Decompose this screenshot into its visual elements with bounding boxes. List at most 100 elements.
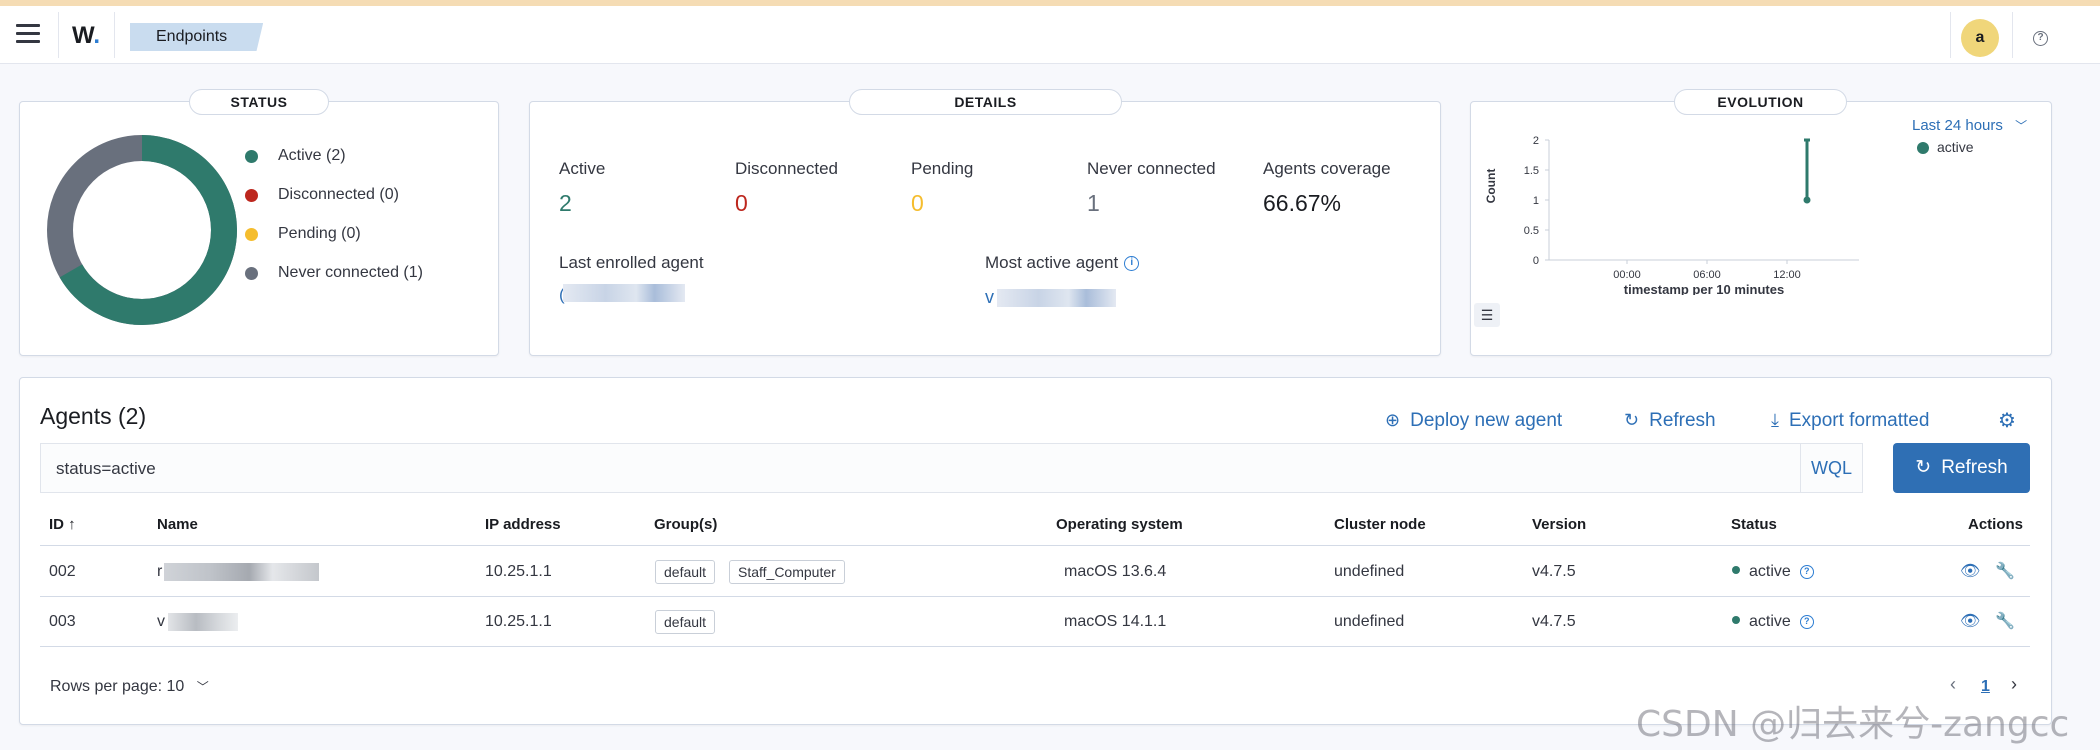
header-divider [2012, 12, 2013, 58]
evolution-panel-title: EVOLUTION [1674, 89, 1847, 115]
cell-cluster: undefined [1334, 613, 1405, 630]
last-enrolled-agent-redacted[interactable] [563, 284, 685, 302]
search-input[interactable]: status=active [56, 459, 156, 479]
pagination-prev-icon[interactable]: ‹ [1950, 674, 1956, 695]
status-panel: STATUS Active (2) Disconnected (0) Pendi… [19, 89, 499, 356]
legend-dot-active [245, 150, 258, 163]
watermark: CSDN @归去来兮-zangcc [1636, 704, 2070, 745]
stat-disconnected-value[interactable]: 0 [735, 190, 748, 217]
column-header-cluster[interactable]: Cluster node [1334, 516, 1426, 533]
data-point [1803, 196, 1811, 204]
header-divider [1950, 12, 1951, 58]
x-tick-label: 06:00 [1693, 269, 1721, 281]
refresh-link[interactable]: ↻ Refresh [1624, 410, 1716, 432]
help-icon[interactable]: ? [2033, 31, 2048, 46]
column-header-ip[interactable]: IP address [485, 516, 561, 533]
stat-coverage-value: 66.67% [1263, 190, 1342, 216]
y-tick-label: 1.5 [1524, 165, 1539, 177]
app-header: W. Endpoints a ? [0, 6, 2100, 64]
time-range-selector[interactable]: Last 24 hours ﹀ [1912, 117, 2027, 134]
row-divider [40, 646, 2030, 647]
stat-active-label: Active [559, 159, 606, 178]
wrench-icon[interactable]: 🔧 [1995, 611, 2015, 631]
help-icon[interactable]: ? [1799, 614, 1814, 629]
chevron-down-icon: ﹀ [196, 680, 209, 694]
cell-name[interactable]: v [157, 613, 165, 631]
help-icon[interactable]: ? [1799, 564, 1814, 579]
evolution-panel: EVOLUTION Last 24 hours ﹀ active Count 2… [1470, 89, 2052, 356]
x-tick-label: 00:00 [1613, 269, 1641, 281]
menu-icon[interactable] [16, 24, 40, 44]
stat-disconnected-label: Disconnected [735, 159, 839, 178]
stat-active-value[interactable]: 2 [559, 190, 572, 217]
group-tag[interactable]: default [655, 560, 716, 584]
agents-search-bar[interactable]: status=active WQL [40, 443, 1863, 493]
column-header-id[interactable]: ID ↑ [49, 516, 76, 533]
legend-dot-pending [245, 228, 258, 241]
y-tick-label: 0 [1533, 255, 1539, 267]
row-divider [40, 596, 2030, 597]
pagination-next-icon[interactable]: › [2011, 674, 2017, 695]
wrench-icon[interactable]: 🔧 [1995, 561, 2015, 581]
legend-active: Active (2) [245, 147, 346, 165]
view-eye-icon[interactable]: 👁 [1960, 561, 1980, 581]
chevron-down-icon: ﹀ [2015, 119, 2028, 133]
cell-status: active? [1732, 613, 1814, 631]
legend-never-connected: Never connected (1) [245, 264, 423, 282]
column-header-name[interactable]: Name [157, 516, 198, 533]
legend-dot-disconnected [245, 189, 258, 202]
refresh-button[interactable]: ↻ Refresh [1893, 443, 2030, 493]
stat-never-connected-label: Never connected [1087, 159, 1216, 178]
status-dot [1732, 565, 1740, 574]
column-header-os[interactable]: Operating system [1056, 516, 1183, 533]
column-header-groups[interactable]: Group(s) [654, 516, 717, 533]
settings-gear-icon[interactable]: ⚙ [1998, 408, 2016, 433]
cell-cluster: undefined [1334, 563, 1405, 580]
most-active-initial[interactable]: v [985, 287, 994, 308]
evolution-chart: Count 2 1.5 1 0.5 0 00:00 06:00 12:00 timestam… [1484, 135, 1859, 295]
stat-pending-label: Pending [911, 159, 974, 178]
group-tag[interactable]: Staff_Computer [729, 560, 845, 584]
info-icon[interactable]: i [1124, 256, 1140, 272]
most-active-agent-redacted[interactable] [997, 289, 1116, 307]
stat-pending-value[interactable]: 0 [911, 190, 924, 217]
table-header-divider [40, 545, 2030, 546]
export-formatted-link[interactable]: ⤓ Export formatted [1771, 410, 1929, 432]
cell-version: v4.7.5 [1532, 563, 1576, 580]
column-header-version[interactable]: Version [1532, 516, 1586, 533]
stat-never-connected-value[interactable]: 1 [1087, 190, 1100, 217]
cell-id: 002 [49, 563, 76, 580]
legend-dot-never-connected [245, 267, 258, 280]
redacted-name [164, 563, 319, 581]
plus-circle-icon: ⊕ [1385, 410, 1401, 430]
deploy-new-agent-link[interactable]: ⊕ Deploy new agent [1385, 410, 1562, 432]
header-divider [114, 12, 115, 58]
details-panel: DETAILS Active 2 Disconnected 0 Pending … [529, 89, 1441, 356]
column-header-actions: Actions [1968, 516, 2024, 533]
most-active-label: Most active agent i [985, 253, 1140, 273]
cell-name[interactable]: r [157, 563, 162, 581]
column-header-status[interactable]: Status [1731, 516, 1777, 533]
wql-button[interactable]: WQL [1800, 444, 1862, 492]
rows-per-page-selector[interactable]: Rows per page: 10 ﹀ [50, 678, 209, 696]
breadcrumb-endpoints[interactable]: Endpoints [130, 23, 264, 51]
status-donut-chart [47, 135, 237, 325]
legend-disconnected: Disconnected (0) [245, 186, 399, 204]
view-eye-icon[interactable]: 👁 [1960, 611, 1980, 631]
app-logo[interactable]: W. [72, 22, 100, 50]
y-tick-label: 2 [1533, 135, 1539, 147]
group-tag[interactable]: default [655, 610, 716, 634]
list-view-icon[interactable]: ☰ [1474, 303, 1500, 327]
last-enrolled-label: Last enrolled agent [559, 253, 704, 272]
cell-status: active? [1732, 563, 1814, 581]
agents-title: Agents (2) [40, 403, 147, 429]
cell-os: macOS 14.1.1 [1064, 613, 1167, 630]
pagination-page-1[interactable]: 1 [1981, 678, 1990, 696]
header-divider [58, 12, 59, 58]
user-avatar[interactable]: a [1961, 19, 1999, 57]
legend-dot-active [1917, 142, 1929, 155]
y-tick-label: 0.5 [1524, 225, 1539, 237]
refresh-icon: ↻ [1915, 457, 1932, 478]
cell-os: macOS 13.6.4 [1064, 563, 1167, 580]
y-tick-label: 1 [1533, 195, 1539, 207]
